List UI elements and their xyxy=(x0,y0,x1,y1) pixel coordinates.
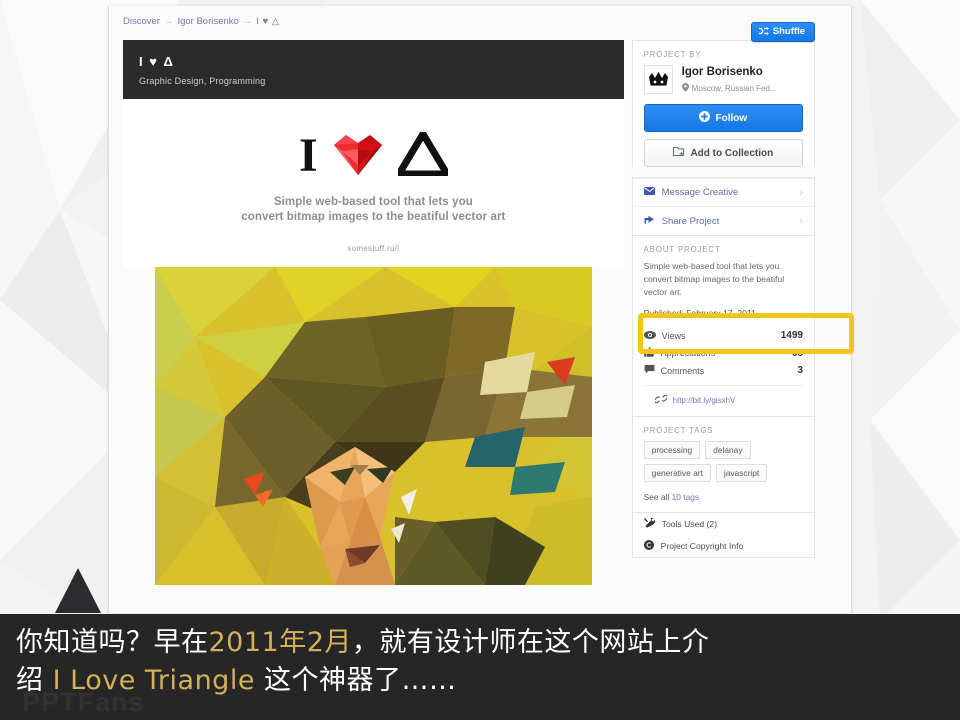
about-label: ABOUT PROJECT xyxy=(643,245,721,254)
envelope-icon xyxy=(643,187,655,198)
stat-row-comments: Comments 3 xyxy=(633,362,814,379)
hero-letter-i: I xyxy=(298,129,318,182)
comment-icon xyxy=(644,365,655,376)
tag-javascript[interactable]: javascript xyxy=(715,464,768,482)
caption-line1-a: 你知道吗？早在 xyxy=(16,627,209,658)
about-line-2: convert bitmap images to the beatiful xyxy=(643,274,785,284)
caption-line-1: 你知道吗？早在2011年2月，就有设计师在这个网站上介 xyxy=(16,624,944,662)
caption-line2-b: 这个神器了…… xyxy=(254,665,457,696)
shuffle-button[interactable]: Shuffle xyxy=(750,22,815,42)
main-column: I ♥ Δ Graphic Design, Programming I Simp… xyxy=(123,40,624,613)
hero-tagline-line1: Simple web-based tool that lets you xyxy=(273,196,473,208)
tools-used-label: Tools Used (2) xyxy=(661,519,718,529)
polygonal-artwork xyxy=(154,267,592,585)
about-card: ABOUT PROJECT Simple web-based tool that… xyxy=(631,235,815,416)
tools-used-row[interactable]: Tools Used (2) xyxy=(633,513,814,535)
tag-generative-art[interactable]: generative art xyxy=(643,464,711,482)
caption-line1-b: ，就有设计师在这个网站上介 xyxy=(351,627,710,658)
caption-line-2: 绍 I Love Triangle 这个神器了…… xyxy=(16,662,944,700)
stat-label-comments: Comments xyxy=(660,365,705,376)
contact-card: Message Creative › Share Project › xyxy=(631,177,815,235)
author-location-text: Moscow, Russian Fed... xyxy=(691,84,777,93)
breadcrumb-discover[interactable]: Discover xyxy=(123,16,160,27)
stat-label-appreciations: Appreciations xyxy=(660,348,716,358)
chevron-right-icon-2: › xyxy=(799,215,803,227)
caption-line1-highlight: 2011年2月 xyxy=(208,627,352,658)
tools-icon xyxy=(643,518,655,530)
page-topbar: Discover → Igor Borisenko → I ♥ △ Shuffle xyxy=(109,6,851,42)
follow-button[interactable]: Follow xyxy=(643,104,803,132)
breadcrumb-author[interactable]: Igor Borisenko xyxy=(177,16,238,27)
external-link-text[interactable]: http://bit.ly/gisxhV xyxy=(673,396,736,405)
share-project-label: Share Project xyxy=(661,215,720,227)
tag-delanay[interactable]: delanay xyxy=(705,441,751,459)
external-link-row[interactable]: http://bit.ly/gisxhV xyxy=(643,385,803,416)
stat-value-comments: 3 xyxy=(797,365,803,376)
project-title: I ♥ Δ xyxy=(139,54,175,69)
hero-section: I Simple web-based tool that lets you co… xyxy=(123,99,624,267)
chain-link-icon xyxy=(653,394,668,406)
breadcrumb-current: I ♥ △ xyxy=(256,16,280,27)
faceted-heart-icon xyxy=(332,131,384,182)
author-name[interactable]: Igor Borisenko xyxy=(682,65,777,79)
add-to-collection-button[interactable]: Add to Collection xyxy=(643,139,803,167)
about-text: Simple web-based tool that lets you conv… xyxy=(633,260,814,303)
shuffle-icon xyxy=(758,27,769,36)
copyright-icon xyxy=(643,540,654,552)
author-row[interactable]: Igor Borisenko Moscow, Russian Fed... xyxy=(633,65,814,104)
browser-page-card: Discover → Igor Borisenko → I ♥ △ Shuffle I … xyxy=(108,6,852,613)
footer-card: Tools Used (2) Project Copyright Info xyxy=(631,512,815,558)
triangle-accent-icon xyxy=(54,566,102,619)
share-icon xyxy=(644,215,655,227)
hero-link[interactable]: somestuff.ru/i xyxy=(123,244,624,253)
see-all-tags-row: See all 10 tags xyxy=(633,486,814,512)
eye-icon xyxy=(643,330,656,341)
project-by-label: PROJECT BY xyxy=(643,50,702,59)
project-by-card: PROJECT BY Igor Borisenko Moscow, Russia… xyxy=(631,40,815,167)
sidebar: PROJECT BY Igor Borisenko Moscow, Russia… xyxy=(631,40,815,613)
copyright-label: Project Copyright Info xyxy=(660,541,744,551)
see-all-tags-link[interactable]: 10 tags xyxy=(672,492,699,502)
tags-label: PROJECT TAGS xyxy=(643,426,714,435)
collection-label: Add to Collection xyxy=(690,147,774,159)
hero-logo: I xyxy=(123,126,624,182)
tags-card: PROJECT TAGS processing delanay generati… xyxy=(631,416,815,512)
breadcrumb-sep-1: → xyxy=(163,16,174,27)
stat-row-appreciations: Appreciations 68 xyxy=(633,344,814,362)
stat-value-views: 1499 xyxy=(780,330,803,341)
triangle-icon xyxy=(392,126,453,181)
add-folder-icon xyxy=(673,146,685,160)
crown-avatar-icon[interactable] xyxy=(643,65,673,94)
author-location: Moscow, Russian Fed... xyxy=(681,83,777,94)
project-subtitle: Graphic Design, Programming xyxy=(139,76,266,86)
about-line-1: Simple web-based tool that lets you xyxy=(643,261,780,271)
hero-tagline: Simple web-based tool that lets you conv… xyxy=(123,195,624,225)
tag-list: processing delanay generative art javasc… xyxy=(633,441,814,486)
map-pin-icon xyxy=(681,83,689,94)
message-creative-label: Message Creative xyxy=(661,187,739,198)
plus-circle-icon xyxy=(699,111,711,125)
stat-row-views: Views 1499 xyxy=(633,327,814,344)
shuffle-label: Shuffle xyxy=(772,26,805,37)
tag-processing[interactable]: processing xyxy=(643,441,701,459)
hero-tagline-line2: convert bitmap images to the beatiful ve… xyxy=(241,211,506,223)
breadcrumb: Discover → Igor Borisenko → I ♥ △ xyxy=(123,16,851,28)
watermark: PPTFans xyxy=(22,687,145,717)
stat-label-views: Views xyxy=(661,330,686,341)
chevron-right-icon: › xyxy=(799,186,803,199)
share-project-row[interactable]: Share Project › xyxy=(632,206,814,235)
project-header: I ♥ Δ Graphic Design, Programming xyxy=(123,40,624,99)
see-all-prefix: See all xyxy=(643,492,672,502)
copyright-row[interactable]: Project Copyright Info xyxy=(633,535,814,557)
about-line-3: vector art. xyxy=(643,287,682,297)
message-creative-row[interactable]: Message Creative › xyxy=(632,178,814,206)
thumbs-up-icon xyxy=(643,347,655,359)
follow-label: Follow xyxy=(715,112,748,124)
breadcrumb-sep-2: → xyxy=(242,16,253,27)
published-date: Published: February 17, 2011 xyxy=(643,308,756,318)
stat-value-appreciations: 68 xyxy=(791,347,803,359)
